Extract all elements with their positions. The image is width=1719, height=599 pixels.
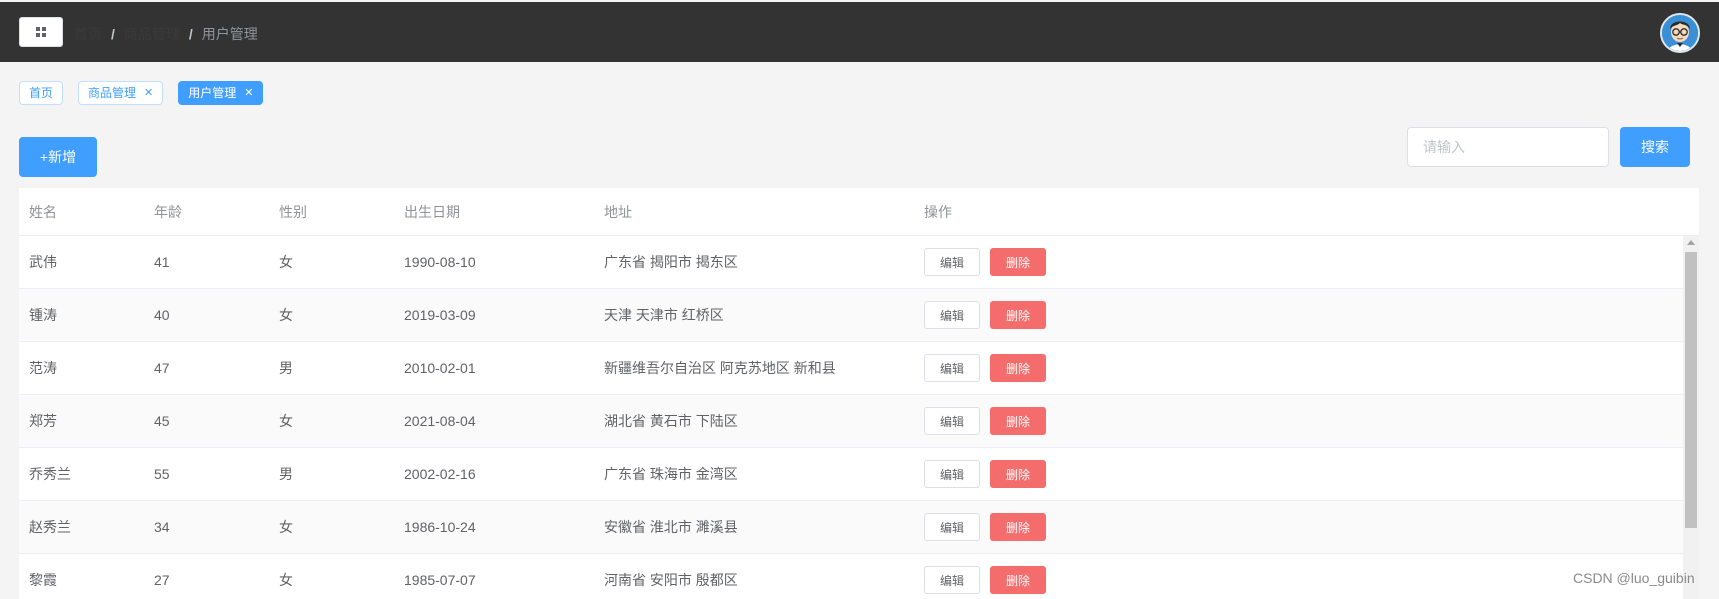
cell-name: 赵秀兰: [29, 519, 71, 535]
cell-birth: 2021-08-04: [404, 413, 476, 429]
cell-name: 武伟: [29, 254, 57, 270]
edit-button[interactable]: 编辑: [924, 566, 980, 594]
cell-birth: 1986-10-24: [404, 519, 476, 535]
cell-age: 34: [154, 519, 170, 535]
search-input[interactable]: 请输入: [1407, 127, 1609, 167]
table-scrollbar[interactable]: [1683, 236, 1699, 599]
scroll-up-arrow-icon[interactable]: [1687, 240, 1695, 245]
cell-age: 55: [154, 466, 170, 482]
edit-button[interactable]: 编辑: [924, 301, 980, 329]
cell-age: 47: [154, 360, 170, 376]
cell-birth: 2019-03-09: [404, 307, 476, 323]
tab-tags-bar: 首页 商品管理 ✕ 用户管理 ✕: [19, 81, 278, 107]
cell-actions: 编辑 删除: [924, 448, 1046, 500]
table-row[interactable]: 赵秀兰 34 女 1986-10-24 安徽省 淮北市 濉溪县 编辑 删除: [19, 501, 1683, 554]
cell-address: 天津 天津市 红桥区: [604, 307, 724, 323]
tag-goods[interactable]: 商品管理 ✕: [78, 81, 164, 105]
cell-birth: 1990-08-10: [404, 254, 476, 270]
edit-button[interactable]: 编辑: [924, 460, 980, 488]
cell-name: 乔秀兰: [29, 466, 71, 482]
cell-age: 40: [154, 307, 170, 323]
cell-address: 湖北省 黄石市 下陆区: [604, 413, 738, 429]
column-header-name[interactable]: 姓名: [29, 188, 57, 235]
cell-name: 范涛: [29, 360, 57, 376]
table-row[interactable]: 郑芳 45 女 2021-08-04 湖北省 黄石市 下陆区 编辑 删除: [19, 395, 1683, 448]
delete-button[interactable]: 删除: [990, 354, 1046, 382]
delete-button[interactable]: 删除: [990, 301, 1046, 329]
cell-address: 广东省 揭阳市 揭东区: [604, 254, 738, 270]
edit-button[interactable]: 编辑: [924, 513, 980, 541]
table-row[interactable]: 乔秀兰 55 男 2002-02-16 广东省 珠海市 金湾区 编辑 删除: [19, 448, 1683, 501]
table-header: 姓名 年龄 性别 出生日期 地址 操作: [19, 188, 1699, 236]
cell-name: 郑芳: [29, 413, 57, 429]
cell-sex: 女: [279, 307, 293, 323]
cell-sex: 女: [279, 413, 293, 429]
cell-actions: 编辑 删除: [924, 236, 1046, 288]
cell-actions: 编辑 删除: [924, 501, 1046, 553]
add-button[interactable]: +新增: [19, 137, 97, 177]
cell-actions: 编辑 删除: [924, 554, 1046, 599]
delete-button[interactable]: 删除: [990, 407, 1046, 435]
tag-label: 首页: [29, 86, 54, 100]
breadcrumb-item-home[interactable]: 首页: [74, 24, 102, 44]
cell-address: 广东省 珠海市 金湾区: [604, 466, 738, 482]
cell-actions: 编辑 删除: [924, 289, 1046, 341]
cell-actions: 编辑 删除: [924, 395, 1046, 447]
column-header-sex[interactable]: 性别: [279, 188, 307, 235]
cell-sex: 女: [279, 572, 293, 588]
edit-button[interactable]: 编辑: [924, 248, 980, 276]
edit-button[interactable]: 编辑: [924, 407, 980, 435]
tag-label: 用户管理: [188, 86, 237, 100]
close-icon[interactable]: ✕: [144, 82, 153, 104]
user-avatar[interactable]: [1660, 13, 1700, 53]
breadcrumb-separator: /: [111, 26, 115, 42]
delete-button[interactable]: 删除: [990, 460, 1046, 488]
cell-age: 45: [154, 413, 170, 429]
top-header: 首页 / 商品管理 / 用户管理: [0, 2, 1719, 62]
table-row[interactable]: 武伟 41 女 1990-08-10 广东省 揭阳市 揭东区 编辑 删除: [19, 236, 1683, 289]
column-header-actions: 操作: [924, 203, 952, 220]
search-button[interactable]: 搜索: [1620, 127, 1690, 167]
cell-address: 安徽省 淮北市 濉溪县: [604, 519, 738, 535]
cell-age: 41: [154, 254, 170, 270]
cell-address: 新疆维吾尔自治区 阿克苏地区 新和县: [604, 360, 836, 376]
scrollbar-thumb[interactable]: [1685, 252, 1697, 528]
tag-user[interactable]: 用户管理 ✕: [178, 81, 264, 105]
cell-birth: 1985-07-07: [404, 572, 476, 588]
table-row[interactable]: 锺涛 40 女 2019-03-09 天津 天津市 红桥区 编辑 删除: [19, 289, 1683, 342]
cell-birth: 2010-02-01: [404, 360, 476, 376]
cell-sex: 女: [279, 254, 293, 270]
breadcrumb-item-goods[interactable]: 商品管理: [124, 24, 180, 44]
cell-sex: 女: [279, 519, 293, 535]
cell-sex: 男: [279, 466, 293, 482]
breadcrumb-separator: /: [188, 26, 193, 42]
table-row[interactable]: 范涛 47 男 2010-02-01 新疆维吾尔自治区 阿克苏地区 新和县 编辑…: [19, 342, 1683, 395]
cell-age: 27: [154, 572, 170, 588]
watermark: CSDN @luo_guibin: [1573, 570, 1695, 586]
cell-address: 河南省 安阳市 殷都区: [604, 572, 738, 588]
close-icon[interactable]: ✕: [244, 82, 253, 104]
delete-button[interactable]: 删除: [990, 566, 1046, 594]
breadcrumb: 首页 / 商品管理 / 用户管理: [74, 24, 258, 44]
user-table: 姓名 年龄 性别 出生日期 地址 操作 武伟 41 女 1990-08-10 广…: [19, 188, 1699, 599]
avatar-icon: [1662, 15, 1698, 51]
cell-sex: 男: [279, 360, 293, 376]
delete-button[interactable]: 删除: [990, 248, 1046, 276]
delete-button[interactable]: 删除: [990, 513, 1046, 541]
tag-home[interactable]: 首页: [19, 81, 64, 105]
edit-button[interactable]: 编辑: [924, 354, 980, 382]
column-header-age[interactable]: 年龄: [154, 188, 182, 235]
cell-name: 锺涛: [29, 307, 57, 323]
cell-name: 黎霞: [29, 572, 57, 588]
breadcrumb-current: 用户管理: [201, 26, 258, 42]
column-header-address[interactable]: 地址: [604, 188, 632, 235]
table-row[interactable]: 黎霞 27 女 1985-07-07 河南省 安阳市 殷都区 编辑 删除: [19, 554, 1683, 599]
cell-birth: 2002-02-16: [404, 466, 476, 482]
column-header-birth[interactable]: 出生日期: [404, 188, 460, 235]
grid-menu-icon: [36, 27, 46, 37]
tag-label: 商品管理: [88, 86, 137, 100]
cell-actions: 编辑 删除: [924, 342, 1046, 394]
menu-toggle-button[interactable]: [19, 17, 63, 47]
